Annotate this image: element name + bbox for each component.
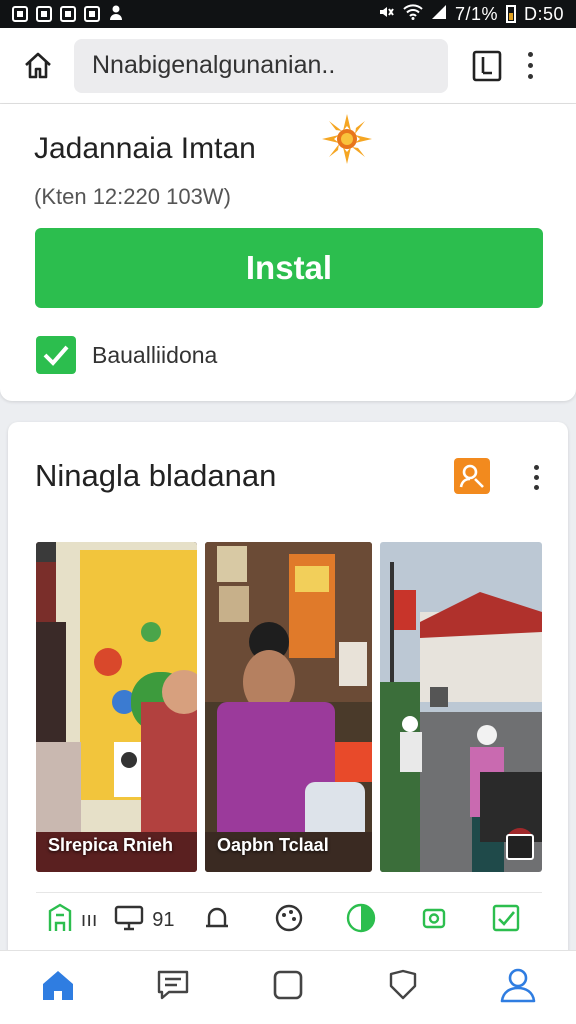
battery-percent: 7/1%: [454, 3, 498, 24]
monitor-icon: [114, 904, 144, 938]
profile-icon: [499, 967, 537, 1008]
bottom-nav: [0, 950, 576, 1024]
url-bar[interactable]: Nnabigenalgunanian..: [74, 38, 448, 93]
pie-icon: [345, 902, 377, 940]
checkbox[interactable]: [36, 336, 76, 374]
nav-shield[interactable]: [346, 951, 461, 1024]
photo-carousel[interactable]: Slrepica Rnieh Oapbn Tclaal: [36, 542, 542, 872]
shield-icon: [387, 968, 419, 1007]
edit-check-icon: [491, 903, 521, 939]
sun-icon: [320, 112, 374, 171]
install-button[interactable]: Instal: [35, 228, 543, 308]
photo-card[interactable]: Oapbn Tclaal: [205, 542, 372, 872]
person-icon: [108, 4, 124, 25]
photo-card[interactable]: [380, 542, 542, 872]
chat-icon: [156, 968, 190, 1007]
nav-profile[interactable]: [461, 951, 576, 1024]
checkbox-label: Baualliidona: [92, 341, 218, 368]
icon-strip: ııı 91: [36, 892, 542, 948]
photo-icon: [36, 6, 52, 22]
building-icon: [47, 903, 73, 939]
browser-toolbar: Nnabigenalgunanian..: [0, 28, 576, 104]
nav-chat[interactable]: [115, 951, 230, 1024]
photo-caption: Slrepica Rnieh: [48, 835, 174, 855]
strip-item[interactable]: ııı: [36, 903, 108, 939]
app-title: Jadannaia Imtan: [34, 132, 256, 165]
photo-card[interactable]: Slrepica Rnieh: [36, 542, 197, 872]
tabs-icon[interactable]: [470, 49, 504, 83]
gallery-icon: [84, 6, 100, 22]
status-bar: 7/1% D:50: [0, 0, 576, 28]
battery-icon: [505, 5, 516, 23]
square-icon: [272, 969, 304, 1006]
clock: D:50: [523, 3, 564, 24]
strip-item[interactable]: [470, 903, 542, 939]
strip-item[interactable]: [397, 905, 469, 937]
strip-item[interactable]: [253, 903, 325, 939]
expand-icon[interactable]: [506, 834, 534, 860]
mute-icon: [377, 3, 395, 26]
section-title: Ninagla bladanan: [35, 458, 277, 493]
nav-home[interactable]: [0, 951, 115, 1024]
gallery-card: Ninagla bladanan Slrepica Rnieh Oapbn Tc…: [8, 422, 568, 962]
more-vert-icon[interactable]: [520, 46, 540, 86]
app-card: Jadannaia Imtan (Kten 12:220 103W) Insta…: [0, 104, 576, 401]
notification-icon: [12, 6, 28, 22]
strip-item[interactable]: [325, 902, 397, 940]
photo-caption: Oapbn Tclaal: [217, 835, 329, 855]
home-icon: [40, 968, 76, 1007]
bell-icon: [203, 904, 231, 938]
nav-square[interactable]: [230, 951, 345, 1024]
section-more-icon[interactable]: [528, 462, 544, 492]
checkbox-row[interactable]: Baualliidona: [36, 336, 217, 374]
home-icon[interactable]: [16, 44, 60, 88]
palette-icon: [274, 903, 304, 939]
wifi-icon: [403, 3, 423, 25]
signal-icon: [431, 4, 447, 25]
camera-icon: [421, 905, 447, 937]
strip-item[interactable]: [181, 904, 253, 938]
image-icon: [60, 6, 76, 22]
app-meta: (Kten 12:220 103W): [34, 184, 231, 209]
search-user-icon[interactable]: [454, 458, 490, 494]
strip-item[interactable]: 91: [108, 904, 180, 938]
url-text: Nnabigenalgunanian..: [92, 51, 336, 79]
